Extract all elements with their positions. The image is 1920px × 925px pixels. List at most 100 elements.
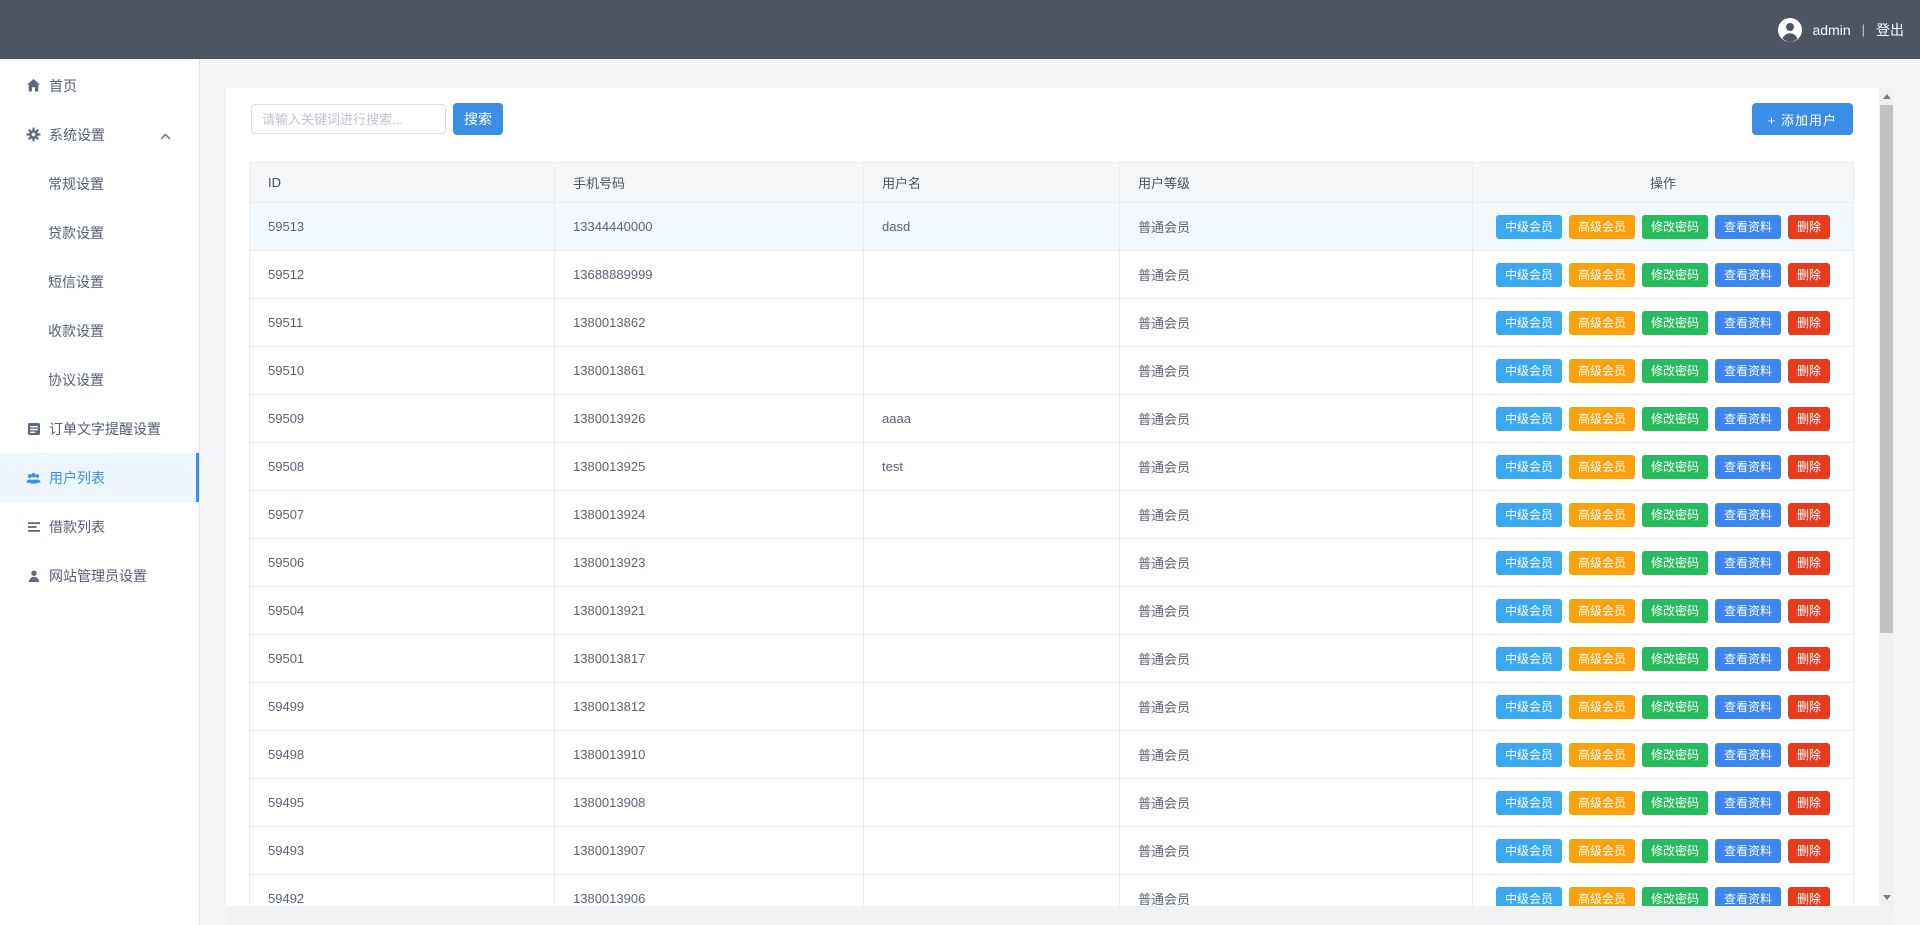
high-member-button[interactable]: 高级会员 [1568,406,1635,431]
delete-button[interactable]: 删除 [1788,310,1831,335]
mid-member-button[interactable]: 中级会员 [1495,694,1562,719]
high-member-button[interactable]: 高级会员 [1568,694,1635,719]
search-input[interactable] [251,104,446,134]
sidebar-item-site-admin-settings[interactable]: 网站管理员设置 [0,551,199,600]
sidebar-item-sms-settings[interactable]: 短信设置 [0,257,199,306]
scroll-up-arrow-icon[interactable] [1879,88,1894,105]
scrollbar-thumb[interactable] [1880,105,1893,633]
delete-button[interactable]: 删除 [1788,550,1831,575]
logout-button[interactable]: 登出 [1876,20,1904,40]
view-profile-button[interactable]: 查看资料 [1715,646,1782,671]
delete-button[interactable]: 删除 [1788,838,1831,863]
mid-member-button[interactable]: 中级会员 [1495,550,1562,575]
high-member-button[interactable]: 高级会员 [1568,502,1635,527]
mid-member-button[interactable]: 中级会员 [1495,790,1562,815]
delete-button[interactable]: 删除 [1788,886,1831,906]
delete-button[interactable]: 删除 [1788,598,1831,623]
mid-member-button[interactable]: 中级会员 [1495,742,1562,767]
delete-button[interactable]: 删除 [1788,214,1831,239]
change-password-button[interactable]: 修改密码 [1641,598,1708,623]
mid-member-button[interactable]: 中级会员 [1495,454,1562,479]
scroll-down-arrow-icon[interactable] [1879,889,1894,906]
view-profile-button[interactable]: 查看资料 [1715,214,1782,239]
view-profile-button[interactable]: 查看资料 [1715,598,1782,623]
sidebar-item-agreement-settings[interactable]: 协议设置 [0,355,199,404]
change-password-button[interactable]: 修改密码 [1641,790,1708,815]
mid-member-button[interactable]: 中级会员 [1495,598,1562,623]
change-password-button[interactable]: 修改密码 [1641,310,1708,335]
horizontal-scrollbar-track[interactable] [226,906,1894,925]
view-profile-button[interactable]: 查看资料 [1715,694,1782,719]
mid-member-button[interactable]: 中级会员 [1495,502,1562,527]
sidebar-item-system-settings[interactable]: 系统设置 [0,110,199,159]
mid-member-button[interactable]: 中级会员 [1495,886,1562,906]
mid-member-button[interactable]: 中级会员 [1495,406,1562,431]
change-password-button[interactable]: 修改密码 [1641,262,1708,287]
high-member-button[interactable]: 高级会员 [1568,598,1635,623]
change-password-button[interactable]: 修改密码 [1641,502,1708,527]
delete-button[interactable]: 删除 [1788,742,1831,767]
view-profile-button[interactable]: 查看资料 [1715,790,1782,815]
view-profile-button[interactable]: 查看资料 [1715,838,1782,863]
delete-button[interactable]: 删除 [1788,646,1831,671]
view-profile-button[interactable]: 查看资料 [1715,358,1782,383]
sidebar-item-label: 首页 [49,77,77,94]
view-profile-button[interactable]: 查看资料 [1715,454,1782,479]
sidebar-item-home[interactable]: 首页 [0,61,199,110]
delete-button[interactable]: 删除 [1788,694,1831,719]
sidebar-item-order-text-reminder-settings[interactable]: 订单文字提醒设置 [0,404,199,453]
home-icon [26,78,41,93]
view-profile-button[interactable]: 查看资料 [1715,886,1782,906]
high-member-button[interactable]: 高级会员 [1568,358,1635,383]
change-password-button[interactable]: 修改密码 [1641,646,1708,671]
view-profile-button[interactable]: 查看资料 [1715,262,1782,287]
high-member-button[interactable]: 高级会员 [1568,310,1635,335]
change-password-button[interactable]: 修改密码 [1641,886,1708,906]
change-password-button[interactable]: 修改密码 [1641,406,1708,431]
delete-button[interactable]: 删除 [1788,262,1831,287]
mid-member-button[interactable]: 中级会员 [1495,214,1562,239]
view-profile-button[interactable]: 查看资料 [1715,310,1782,335]
change-password-button[interactable]: 修改密码 [1641,694,1708,719]
high-member-button[interactable]: 高级会员 [1568,742,1635,767]
high-member-button[interactable]: 高级会员 [1568,646,1635,671]
delete-button[interactable]: 删除 [1788,358,1831,383]
high-member-button[interactable]: 高级会员 [1568,550,1635,575]
delete-button[interactable]: 删除 [1788,406,1831,431]
delete-button[interactable]: 删除 [1788,790,1831,815]
change-password-button[interactable]: 修改密码 [1641,358,1708,383]
vertical-scrollbar[interactable] [1879,88,1894,906]
delete-button[interactable]: 删除 [1788,502,1831,527]
mid-member-button[interactable]: 中级会员 [1495,838,1562,863]
delete-button[interactable]: 删除 [1788,454,1831,479]
mid-member-button[interactable]: 中级会员 [1495,358,1562,383]
sidebar-item-general-settings[interactable]: 常规设置 [0,159,199,208]
high-member-button[interactable]: 高级会员 [1568,838,1635,863]
sidebar-item-label: 借款列表 [49,518,105,535]
sidebar-item-loan-settings[interactable]: 贷款设置 [0,208,199,257]
change-password-button[interactable]: 修改密码 [1641,454,1708,479]
content-card: 搜索 + 添加用户 ID手机号码用户名用户等级操作 59513133444400… [226,88,1894,906]
view-profile-button[interactable]: 查看资料 [1715,742,1782,767]
mid-member-button[interactable]: 中级会员 [1495,262,1562,287]
search-button[interactable]: 搜索 [453,103,503,135]
high-member-button[interactable]: 高级会员 [1568,454,1635,479]
sidebar-item-user-list[interactable]: 用户列表 [0,453,199,502]
table-row: 59507 1380013924 普通会员 中级会员 高级会员 修改密码 查看资料 删除 [249,490,1854,539]
mid-member-button[interactable]: 中级会员 [1495,646,1562,671]
change-password-button[interactable]: 修改密码 [1641,838,1708,863]
sidebar-item-borrow-list[interactable]: 借款列表 [0,502,199,551]
add-user-button[interactable]: + 添加用户 [1751,103,1853,135]
view-profile-button[interactable]: 查看资料 [1715,502,1782,527]
change-password-button[interactable]: 修改密码 [1641,550,1708,575]
high-member-button[interactable]: 高级会员 [1568,262,1635,287]
view-profile-button[interactable]: 查看资料 [1715,550,1782,575]
high-member-button[interactable]: 高级会员 [1568,790,1635,815]
high-member-button[interactable]: 高级会员 [1568,214,1635,239]
mid-member-button[interactable]: 中级会员 [1495,310,1562,335]
high-member-button[interactable]: 高级会员 [1568,886,1635,906]
change-password-button[interactable]: 修改密码 [1641,214,1708,239]
sidebar-item-payment-settings[interactable]: 收款设置 [0,306,199,355]
view-profile-button[interactable]: 查看资料 [1715,406,1782,431]
change-password-button[interactable]: 修改密码 [1641,742,1708,767]
